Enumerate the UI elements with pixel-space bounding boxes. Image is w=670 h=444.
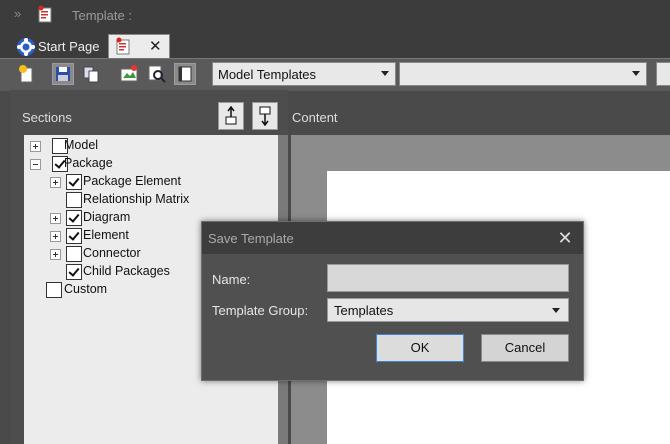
expand-icon[interactable] xyxy=(50,231,61,242)
expand-icon[interactable] xyxy=(50,213,61,224)
expand-icon[interactable] xyxy=(50,177,61,188)
tree-node-label: Model xyxy=(64,138,99,152)
template-document-icon xyxy=(36,5,56,28)
template-group-value: Templates xyxy=(334,303,394,318)
checkbox-connector[interactable] xyxy=(66,246,82,262)
tree-node-label: Package Element xyxy=(83,174,181,188)
name-input[interactable] xyxy=(327,264,569,292)
ok-button[interactable]: OK xyxy=(376,334,464,362)
tree-node-label: Element xyxy=(83,228,129,242)
cancel-button[interactable]: Cancel xyxy=(481,334,569,362)
tree-node-label: Package xyxy=(64,156,113,170)
template-group-select[interactable]: Templates xyxy=(327,298,569,322)
sections-label: Sections xyxy=(22,110,72,125)
overflow-chevron-icon[interactable]: » xyxy=(14,6,21,21)
chevron-down-icon xyxy=(381,71,389,76)
chevron-down-icon xyxy=(632,71,640,76)
tab-start-page-label: Start Page xyxy=(38,39,100,54)
window-title: Template : xyxy=(72,8,132,23)
toolbar: Model Templates xyxy=(0,58,670,91)
dialog-title: Save Template xyxy=(208,231,294,246)
move-down-icon[interactable] xyxy=(252,102,278,130)
checkbox-relationship-matrix[interactable] xyxy=(66,192,82,208)
save-template-dialog: Save Template ✕ Name: Template Group: Te… xyxy=(201,221,584,381)
expand-icon[interactable] xyxy=(50,249,61,260)
checkbox-child-packages[interactable] xyxy=(66,264,82,280)
search-preview-icon[interactable] xyxy=(146,63,168,85)
content-label: Content xyxy=(292,110,338,125)
tab-bar: Start Page ✕ xyxy=(0,32,670,59)
tree-node-label: Diagram xyxy=(83,210,131,224)
tree-node-label: Child Packages xyxy=(83,264,170,278)
extra-combo[interactable] xyxy=(656,62,670,86)
tab-template[interactable]: ✕ xyxy=(108,34,170,59)
template-name-select[interactable] xyxy=(399,62,647,86)
checkbox-element[interactable] xyxy=(66,228,82,244)
chevron-down-icon xyxy=(552,308,560,313)
save-icon[interactable] xyxy=(52,63,74,85)
tab-start-page[interactable]: Start Page xyxy=(12,34,106,58)
close-tab-icon[interactable]: ✕ xyxy=(149,37,162,55)
collapse-icon[interactable] xyxy=(30,159,41,170)
name-label: Name: xyxy=(212,272,251,287)
move-up-icon[interactable] xyxy=(218,102,244,130)
tree-node-label: Relationship Matrix xyxy=(83,192,190,206)
checkbox-custom[interactable] xyxy=(46,282,62,298)
tree-node-label: Connector xyxy=(83,246,141,260)
template-group-label: Template Group: xyxy=(212,303,309,318)
checkbox-package-element[interactable] xyxy=(66,174,82,190)
copy-icon[interactable] xyxy=(80,63,102,85)
dialog-title-bar: Save Template xyxy=(202,222,583,254)
new-template-icon[interactable] xyxy=(16,63,38,85)
diagram-image-icon[interactable] xyxy=(118,63,140,85)
expand-icon[interactable] xyxy=(30,141,41,152)
checkbox-diagram[interactable] xyxy=(66,210,82,226)
template-type-value: Model Templates xyxy=(218,67,317,82)
title-bar: » Template : xyxy=(0,0,670,32)
close-icon[interactable]: ✕ xyxy=(553,227,577,249)
template-type-select[interactable]: Model Templates xyxy=(212,62,396,86)
template-document-icon xyxy=(114,37,134,60)
tree-node-label: Custom xyxy=(64,282,108,296)
start-page-icon xyxy=(16,37,36,60)
panel-toggle-icon[interactable] xyxy=(174,63,196,85)
